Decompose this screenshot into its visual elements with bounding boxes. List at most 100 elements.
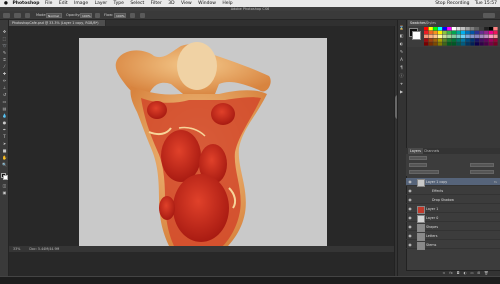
zoom-level[interactable]: 33%	[13, 247, 20, 251]
swatch[interactable]	[424, 30, 429, 35]
swatch[interactable]	[456, 42, 461, 46]
swatch[interactable]	[479, 38, 484, 42]
swatch[interactable]	[451, 38, 456, 42]
swatch[interactable]	[433, 27, 438, 31]
quick-select-tool-icon[interactable]: ✎	[2, 51, 7, 55]
eraser-tool-icon[interactable]: ▭	[2, 100, 7, 104]
swatch[interactable]	[428, 42, 433, 46]
swatch[interactable]	[456, 38, 461, 42]
swatch[interactable]	[493, 30, 498, 35]
swatch[interactable]	[433, 42, 438, 46]
actions-panel-icon[interactable]: ▶	[399, 89, 404, 94]
layer-row[interactable]: ◉ Effects	[406, 187, 500, 195]
opacity-field[interactable]: 100%	[80, 13, 92, 18]
document-canvas[interactable]	[79, 38, 327, 250]
apple-icon[interactable]: ●	[3, 0, 9, 7]
swatch[interactable]	[474, 34, 480, 38]
mode-select[interactable]: Normal	[46, 13, 62, 18]
swatch[interactable]	[493, 38, 498, 42]
swatch[interactable]	[461, 27, 466, 31]
swatch-background-chip[interactable]	[412, 31, 421, 40]
healing-brush-tool-icon[interactable]: ✚	[2, 72, 7, 76]
swatch[interactable]	[442, 42, 447, 46]
swatch[interactable]	[451, 27, 456, 31]
visibility-eye-icon[interactable]: ◉	[408, 189, 412, 193]
swatch[interactable]	[488, 38, 493, 42]
layer-filter-kind[interactable]	[409, 156, 427, 160]
visibility-eye-icon[interactable]: ◉	[408, 198, 412, 202]
swatch[interactable]	[470, 30, 475, 35]
swatch[interactable]	[493, 34, 498, 38]
gradient-tool-icon[interactable]: ▤	[2, 107, 7, 111]
brush-tool-icon[interactable]: ✏	[2, 79, 7, 83]
swatch[interactable]	[428, 27, 433, 31]
visibility-eye-icon[interactable]: ◉	[408, 234, 412, 238]
swatch[interactable]	[484, 27, 489, 31]
layer-row[interactable]: ◉ Layer 1 copy fx	[406, 178, 500, 187]
swatch[interactable]	[451, 30, 456, 35]
move-tool-icon[interactable]: ✥	[2, 30, 7, 34]
swatch[interactable]	[484, 42, 489, 46]
swatch[interactable]	[474, 30, 480, 35]
swatch[interactable]	[433, 34, 438, 38]
swatch[interactable]	[465, 27, 470, 31]
menu-select[interactable]: Select	[130, 1, 144, 6]
blend-mode-select[interactable]	[409, 163, 427, 167]
swatch[interactable]	[479, 30, 484, 35]
swatch[interactable]	[437, 30, 443, 35]
brush-panel-icon[interactable]	[25, 13, 30, 18]
swatch[interactable]	[428, 34, 433, 38]
zoom-tool-icon[interactable]: 🔍	[2, 163, 7, 167]
screen-mode-icon[interactable]: ▣	[2, 191, 7, 195]
swatch[interactable]	[465, 42, 470, 46]
swatch[interactable]	[470, 34, 475, 38]
swatch[interactable]	[442, 34, 447, 38]
menu-filter[interactable]: Filter	[151, 1, 162, 6]
menu-view[interactable]: View	[181, 1, 192, 6]
swatch[interactable]	[424, 34, 429, 38]
background-color-swatch[interactable]	[3, 175, 8, 180]
menu-layer[interactable]: Layer	[95, 1, 108, 6]
swatch[interactable]	[428, 38, 433, 42]
adjustments-panel-icon[interactable]: ◐	[399, 41, 404, 46]
swatch[interactable]	[461, 38, 466, 42]
swatch[interactable]	[451, 42, 456, 46]
menu-help[interactable]: Help	[222, 1, 232, 6]
brush-preset-icon[interactable]	[3, 13, 10, 18]
swatch[interactable]	[437, 34, 443, 38]
eyedropper-tool-icon[interactable]: ⁄	[2, 65, 7, 69]
properties-panel-icon[interactable]: ◧	[399, 33, 404, 38]
visibility-eye-icon[interactable]: ◉	[408, 243, 412, 247]
menu-3d[interactable]: 3D	[168, 1, 174, 6]
blur-tool-icon[interactable]: 💧	[2, 114, 7, 118]
swatch[interactable]	[437, 27, 443, 31]
swatch[interactable]	[456, 27, 461, 31]
brush-size-picker[interactable]	[14, 13, 21, 18]
paragraph-panel-icon[interactable]: ¶	[399, 65, 404, 70]
swatch[interactable]	[484, 38, 489, 42]
hand-tool-icon[interactable]: ✋	[2, 156, 7, 160]
swatch[interactable]	[433, 30, 438, 35]
type-tool-icon[interactable]: T	[2, 135, 7, 139]
dodge-tool-icon[interactable]: ●	[2, 121, 7, 125]
layer-row[interactable]: ◉ Stems	[406, 241, 500, 250]
quick-mask-icon[interactable]: ◫	[2, 184, 7, 188]
swatch[interactable]	[493, 42, 498, 46]
swatch[interactable]	[488, 34, 493, 38]
swatch[interactable]	[470, 42, 475, 46]
adjustment-layer-icon[interactable]: ◐	[463, 271, 467, 275]
pen-tool-icon[interactable]: ✒	[2, 128, 7, 132]
new-layer-icon[interactable]: ⊞	[477, 271, 481, 275]
swatch[interactable]	[488, 27, 493, 31]
layer-row[interactable]: ◉ Drop Shadow	[406, 196, 500, 204]
menu-type[interactable]: Type	[114, 1, 124, 6]
menu-window[interactable]: Window	[198, 1, 216, 6]
layer-row[interactable]: ◉ Layer 0	[406, 214, 500, 223]
visibility-eye-icon[interactable]: ◉	[408, 216, 412, 220]
swatch[interactable]	[470, 38, 475, 42]
tab-styles[interactable]: Styles	[424, 20, 438, 26]
new-group-icon[interactable]: ▭	[470, 271, 474, 275]
swatch[interactable]	[484, 34, 489, 38]
swatch[interactable]	[442, 30, 447, 35]
swatch[interactable]	[474, 38, 480, 42]
